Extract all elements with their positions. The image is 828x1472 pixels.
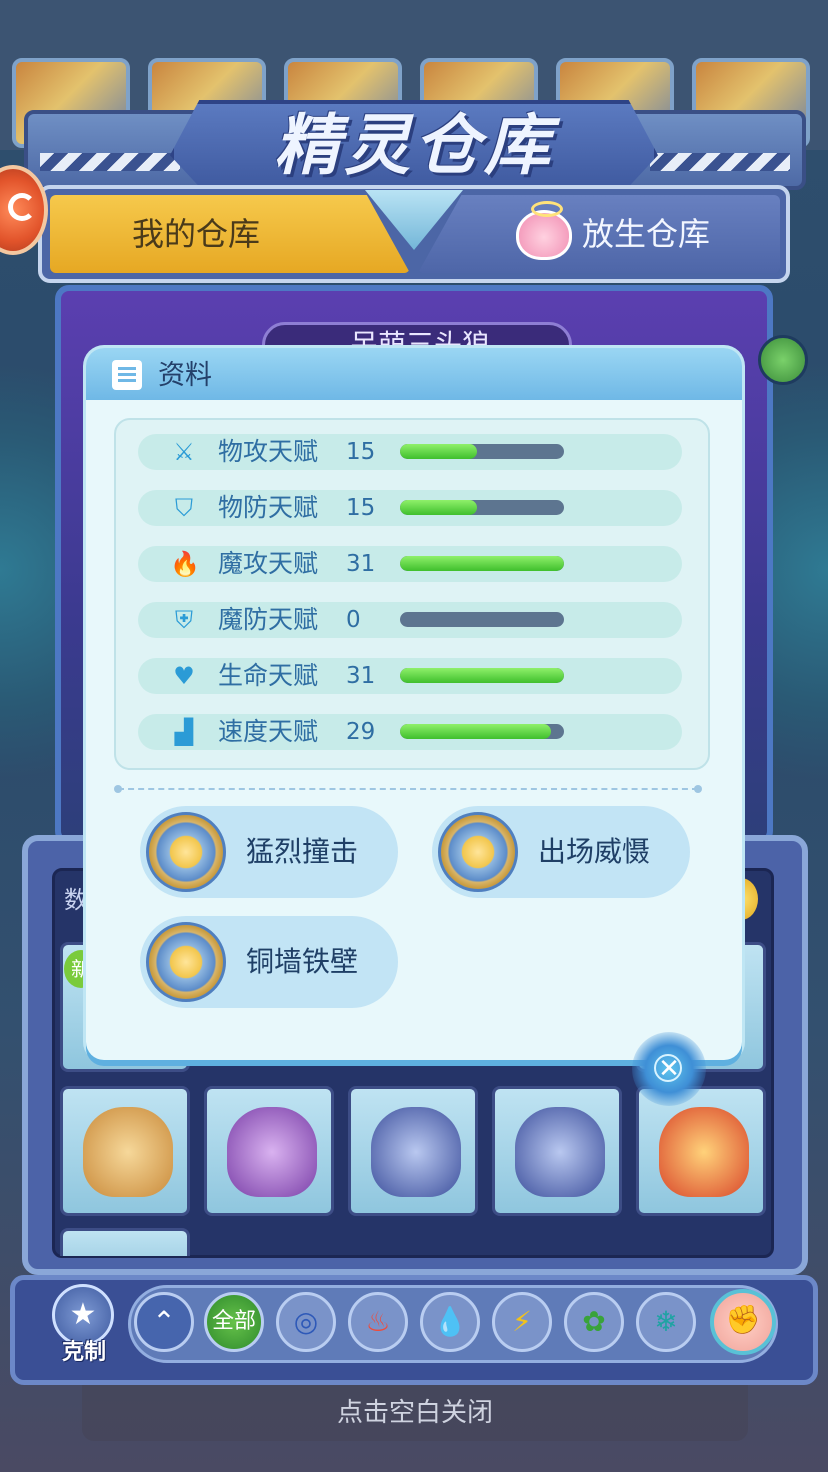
skill-label: 铜墙铁壁	[246, 945, 359, 978]
side-decoration-left	[0, 280, 60, 860]
skill-card[interactable]: 出场威慑	[432, 806, 690, 898]
storage-cell[interactable]	[348, 1086, 478, 1216]
wolf-pet-icon	[371, 1107, 461, 1197]
storage-cell[interactable]	[204, 1086, 334, 1216]
fight-element-icon[interactable]: ✊	[710, 1289, 776, 1355]
popup-title: 资料	[158, 360, 212, 391]
heart-plus-icon: ♥	[173, 662, 195, 690]
talent-label: 物防天赋	[218, 493, 319, 522]
talent-row: 🔥 魔攻天赋 31	[138, 546, 682, 582]
storage-cell[interactable]	[636, 1086, 766, 1216]
talent-bar	[400, 724, 564, 739]
boot-icon: ▟	[174, 718, 194, 746]
talent-value: 31	[346, 551, 376, 577]
skill-card[interactable]: 铜墙铁壁	[140, 916, 398, 1008]
skill-card[interactable]: 猛烈撞击	[140, 806, 398, 898]
sword-icon: ⚔	[173, 438, 195, 466]
tap-blank-to-close-hint[interactable]: 点击空白关闭	[82, 1385, 748, 1441]
skill-medal-icon	[146, 922, 226, 1002]
collapse-up-icon[interactable]: ⌃	[134, 1292, 194, 1352]
talent-bar-fill	[400, 668, 564, 683]
skill-label: 出场威慑	[538, 835, 651, 868]
talent-bar	[400, 444, 564, 459]
talent-row: ⛉ 物防天赋 15	[138, 490, 682, 526]
filter-all-button[interactable]: 全部	[204, 1292, 264, 1352]
talent-label: 物攻天赋	[218, 437, 319, 466]
dragon-pet-icon	[227, 1107, 317, 1197]
talent-label: 速度天赋	[218, 717, 319, 746]
talent-value: 29	[346, 719, 376, 745]
storage-cell[interactable]	[60, 1228, 190, 1256]
talent-bar	[400, 556, 564, 571]
skill-label: 猛烈撞击	[246, 835, 359, 868]
close-popup-button[interactable]: ✕	[632, 1032, 706, 1106]
talent-label: 魔防天赋	[218, 605, 319, 634]
grass-element-icon[interactable]: ✿	[564, 1292, 624, 1352]
ice-element-icon[interactable]: ❄	[636, 1292, 696, 1352]
talent-row: ♥ 生命天赋 31	[138, 658, 682, 694]
talent-bar-fill	[400, 724, 551, 739]
talent-value: 31	[346, 663, 376, 689]
talent-row: ⛨ 魔防天赋 0	[138, 602, 682, 638]
wolf-pet-icon	[515, 1107, 605, 1197]
storage-cell[interactable]	[60, 1086, 190, 1216]
close-icon: ✕	[658, 1054, 680, 1084]
header-stripe-right	[650, 153, 790, 171]
talent-bar-fill	[400, 444, 478, 459]
refresh-icon[interactable]	[758, 335, 808, 385]
page-title: 精灵仓库	[274, 107, 554, 184]
lion-pet-icon	[83, 1107, 173, 1197]
document-icon	[112, 360, 142, 390]
skill-medal-icon	[146, 812, 226, 892]
normal-element-icon[interactable]: ◎	[276, 1292, 336, 1352]
talent-bar-fill	[400, 500, 478, 515]
talent-bar	[400, 612, 564, 627]
tab-release-storage[interactable]: 放生仓库	[418, 195, 780, 273]
talent-value: 15	[346, 495, 376, 521]
talent-bar-fill	[400, 556, 564, 571]
flame-icon: 🔥	[170, 550, 200, 578]
counter-button-label[interactable]: 克制	[54, 1334, 114, 1366]
magic-shield-icon: ⛨	[175, 606, 193, 634]
talent-value: 0	[346, 607, 361, 633]
fire-pet-icon	[659, 1107, 749, 1197]
storage-cell[interactable]	[492, 1086, 622, 1216]
shield-icon: ⛉	[175, 494, 193, 522]
talent-bar	[400, 500, 564, 515]
fire-element-icon[interactable]: ♨	[348, 1292, 408, 1352]
talent-label: 生命天赋	[218, 661, 319, 690]
angel-pet-icon	[516, 201, 572, 260]
talent-bar	[400, 668, 564, 683]
section-divider	[114, 785, 702, 793]
electric-element-icon[interactable]: ⚡	[492, 1292, 552, 1352]
talent-row: ▟ 速度天赋 29	[138, 714, 682, 750]
talent-label: 魔攻天赋	[218, 549, 319, 578]
talent-value: 15	[346, 439, 376, 465]
header-stripe-left	[40, 153, 180, 171]
talent-row: ⚔ 物攻天赋 15	[138, 434, 682, 470]
storage-label: 数	[64, 886, 88, 914]
tab-my-storage[interactable]: 我的仓库	[50, 195, 410, 273]
water-element-icon[interactable]: 💧	[420, 1292, 480, 1352]
skill-medal-icon	[438, 812, 518, 892]
